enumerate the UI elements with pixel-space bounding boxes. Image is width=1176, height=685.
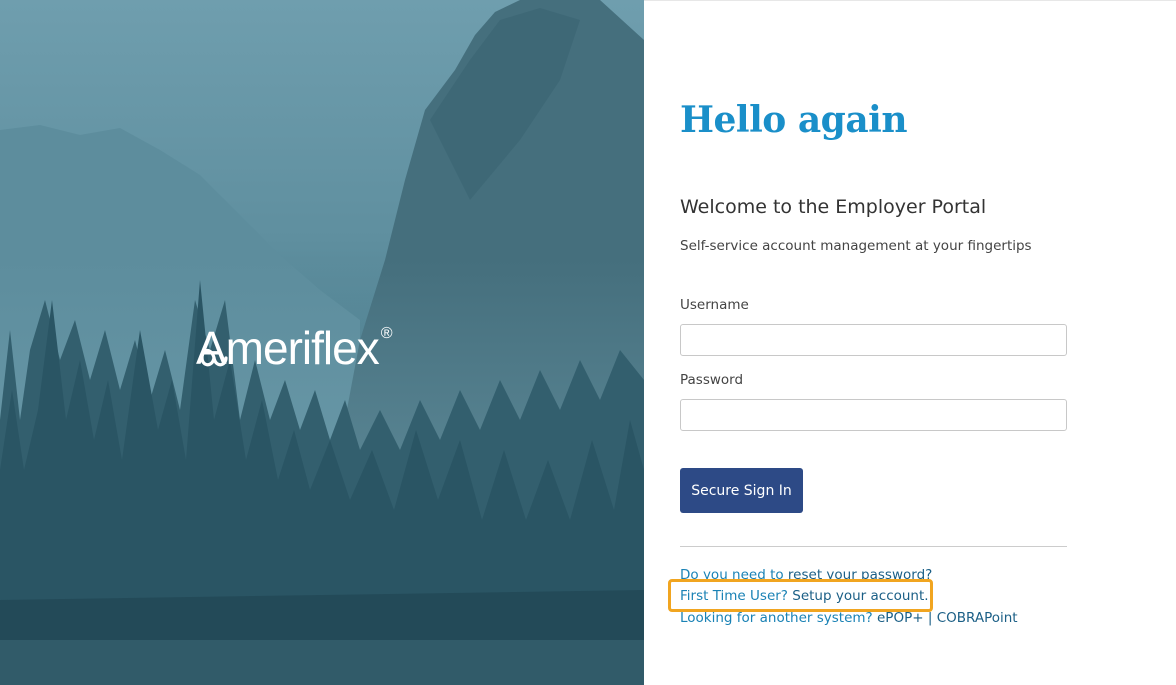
password-input[interactable] bbox=[680, 399, 1067, 431]
tagline: Self-service account management at your … bbox=[680, 238, 1032, 254]
infinity-loop-icon bbox=[200, 348, 228, 367]
reset-prefix-link[interactable]: Do you need to bbox=[680, 567, 784, 583]
username-input[interactable] bbox=[680, 324, 1067, 356]
epop-link[interactable]: ePOP+ bbox=[877, 610, 924, 626]
page-title: Hello again bbox=[680, 99, 908, 141]
other-system-link[interactable]: Looking for another system? bbox=[680, 610, 873, 626]
secure-sign-in-button[interactable]: Secure Sign In bbox=[680, 468, 803, 513]
reset-password-row: Do you need to reset your password? bbox=[680, 567, 932, 583]
divider bbox=[680, 546, 1067, 547]
ameriflex-logo: Ameriflex ® bbox=[196, 322, 393, 374]
registered-mark: ® bbox=[380, 325, 393, 342]
cobrapoint-link[interactable]: COBRAPoint bbox=[937, 610, 1018, 626]
password-label: Password bbox=[680, 372, 744, 388]
hero-image: Ameriflex ® bbox=[0, 0, 644, 685]
welcome-heading: Welcome to the Employer Portal bbox=[680, 196, 987, 218]
other-system-row: Looking for another system? ePOP+ | COBR… bbox=[680, 610, 1018, 626]
login-panel: Hello again Welcome to the Employer Port… bbox=[644, 0, 1176, 685]
setup-account-link[interactable]: Setup your account. bbox=[792, 588, 928, 604]
link-separator: | bbox=[927, 610, 933, 626]
first-time-user-link[interactable]: First Time User? bbox=[680, 588, 788, 604]
username-label: Username bbox=[680, 297, 749, 313]
first-time-user-row: First Time User? Setup your account. bbox=[680, 588, 929, 604]
reset-password-link[interactable]: reset your password? bbox=[788, 567, 932, 583]
